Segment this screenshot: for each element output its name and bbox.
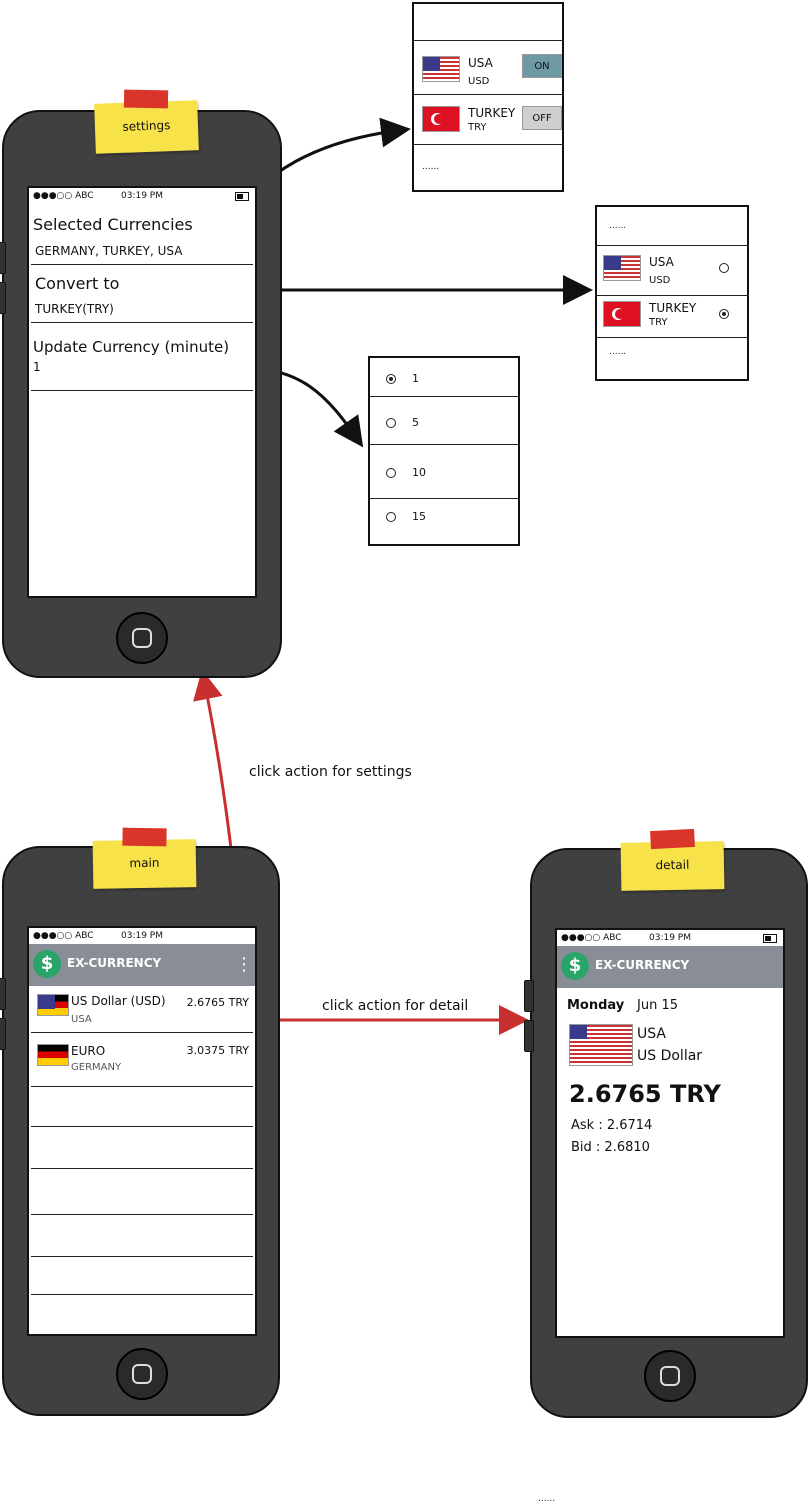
status-bar: ●●●○○ ABC 03:19 PM [557, 930, 783, 946]
update-minute-item[interactable]: Update Currency (minute) 1 [29, 328, 255, 388]
overflow-menu-icon[interactable]: ⋮ [235, 954, 253, 975]
currency-name: EURO [71, 1044, 106, 1058]
dollar-logo-icon: $ [561, 952, 589, 980]
us-flag-icon [422, 56, 460, 82]
more-indicator: ...... [609, 347, 627, 357]
radio-icon [386, 468, 396, 478]
date-label: Jun 15 [637, 998, 678, 1013]
sticky-note-settings: settings [94, 89, 199, 154]
currency-row-euro[interactable]: EURO GERMANY 3.0375 TRY [29, 1040, 255, 1084]
detail-phone: ●●●○○ ABC 03:19 PM $ EX-CURRENCY Monday … [524, 848, 808, 1418]
tr-flag-icon [422, 106, 460, 132]
ask-value: Ask : 2.6714 [571, 1118, 653, 1133]
currency-row-usd[interactable]: US Dollar (USD) USA 2.6765 TRY [29, 990, 255, 1034]
country-label: USA [71, 1014, 92, 1025]
dollar-logo-icon: $ [33, 950, 61, 978]
status-bar: ●●●○○ ABC 03:19 PM [29, 188, 255, 204]
currency-name: US Dollar [637, 1048, 703, 1064]
currency-code: TRY [649, 317, 668, 328]
currency-code: TRY [468, 122, 487, 133]
tr-flag-icon [603, 301, 641, 327]
option-label: 10 [412, 466, 426, 479]
battery-icon [763, 934, 777, 943]
app-bar: $ EX-CURRENCY [557, 946, 783, 988]
note-label: settings [122, 118, 171, 134]
battery-icon [235, 192, 249, 201]
option-label: 15 [412, 510, 426, 523]
convert-row-usa[interactable]: USA USD [597, 249, 749, 293]
sticky-note-detail: detail [620, 828, 725, 891]
more-indicator: ...... [609, 221, 627, 231]
clock-label: 03:19 PM [121, 931, 163, 941]
radio-icon [386, 374, 396, 384]
country-label: TURKEY [468, 106, 516, 120]
convert-to-popup: ...... USA USD TURKEY TRY ...... [595, 205, 749, 381]
rate-value: 2.6765 TRY [569, 1080, 721, 1108]
convert-to-item[interactable]: Convert to TURKEY(TRY) [29, 268, 255, 323]
footer-more: ...... [538, 1494, 556, 1504]
rate-value: 3.0375 TRY [186, 1044, 249, 1057]
radio-turkey-selected[interactable] [719, 309, 729, 319]
country-label: USA [649, 255, 674, 269]
rate-value: 2.6765 TRY [186, 996, 249, 1009]
currency-toggle-popup: USA USD ON TURKEY TRY OFF ...... [412, 2, 564, 192]
bid-value: Bid : 2.6810 [571, 1140, 650, 1155]
usa-toggle-on[interactable]: ON [522, 54, 562, 78]
home-button[interactable] [116, 612, 168, 664]
status-bar: ●●●○○ ABC 03:19 PM [29, 928, 255, 944]
turkey-toggle-off[interactable]: OFF [522, 106, 562, 130]
settings-screen: ●●●○○ ABC 03:19 PM Selected Currencies G… [27, 186, 257, 598]
minute-option-5[interactable]: 5 [370, 412, 520, 436]
toggle-row-usa: USA USD ON [414, 44, 564, 87]
app-bar: $ EX-CURRENCY ⋮ [29, 944, 255, 986]
home-button[interactable] [116, 1348, 168, 1400]
country-label: USA [637, 1026, 666, 1042]
us-flag-icon [603, 255, 641, 281]
detail-action-annotation: click action for detail [322, 998, 469, 1014]
detail-screen: ●●●○○ ABC 03:19 PM $ EX-CURRENCY Monday … [555, 928, 785, 1338]
currency-name: US Dollar (USD) [71, 994, 166, 1008]
convert-to-value: TURKEY(TRY) [35, 302, 114, 316]
more-indicator: ...... [422, 162, 440, 172]
minute-option-15[interactable]: 15 [370, 506, 520, 530]
toggle-row-turkey: TURKEY TRY OFF [414, 98, 564, 138]
currency-code: USD [649, 275, 671, 286]
day-label: Monday [567, 998, 625, 1013]
clock-label: 03:19 PM [121, 191, 163, 201]
us-flag-icon [569, 1024, 633, 1066]
radio-usa[interactable] [719, 263, 729, 273]
main-screen: ●●●○○ ABC 03:19 PM $ EX-CURRENCY ⋮ US Do… [27, 926, 257, 1336]
selected-currencies-value: GERMANY, TURKEY, USA [35, 244, 183, 258]
settings-phone: ●●●○○ ABC 03:19 PM Selected Currencies G… [0, 110, 282, 678]
option-label: 1 [412, 372, 419, 385]
update-minute-value: 1 [33, 360, 41, 374]
convert-to-title: Convert to [35, 274, 120, 293]
sticky-note-main: main [92, 827, 197, 889]
selected-currencies-title: Selected Currencies [33, 215, 193, 234]
minute-option-10[interactable]: 10 [370, 462, 520, 486]
country-label: USA [468, 56, 493, 70]
country-label: TURKEY [649, 301, 697, 315]
clock-label: 03:19 PM [649, 933, 691, 943]
de-flag-icon [37, 1044, 69, 1066]
note-label: detail [655, 857, 690, 873]
app-title: EX-CURRENCY [595, 958, 690, 972]
app-title: EX-CURRENCY [67, 956, 162, 970]
country-label: GERMANY [71, 1062, 122, 1073]
update-minute-title: Update Currency (minute) [33, 338, 230, 356]
radio-icon [386, 418, 396, 428]
currency-code: USD [468, 76, 490, 87]
note-label: main [129, 855, 160, 871]
selected-currencies-item[interactable]: Selected Currencies GERMANY, TURKEY, USA [29, 206, 255, 266]
home-button[interactable] [644, 1350, 696, 1402]
radio-icon [386, 512, 396, 522]
settings-action-annotation: click action for settings [249, 764, 412, 780]
update-minute-popup: 1 5 10 15 [368, 356, 520, 546]
convert-row-turkey[interactable]: TURKEY TRY [597, 299, 749, 339]
us-flag-icon [37, 994, 69, 1016]
main-phone: ●●●○○ ABC 03:19 PM $ EX-CURRENCY ⋮ US Do… [0, 846, 280, 1416]
option-label: 5 [412, 416, 419, 429]
minute-option-1[interactable]: 1 [370, 368, 520, 392]
